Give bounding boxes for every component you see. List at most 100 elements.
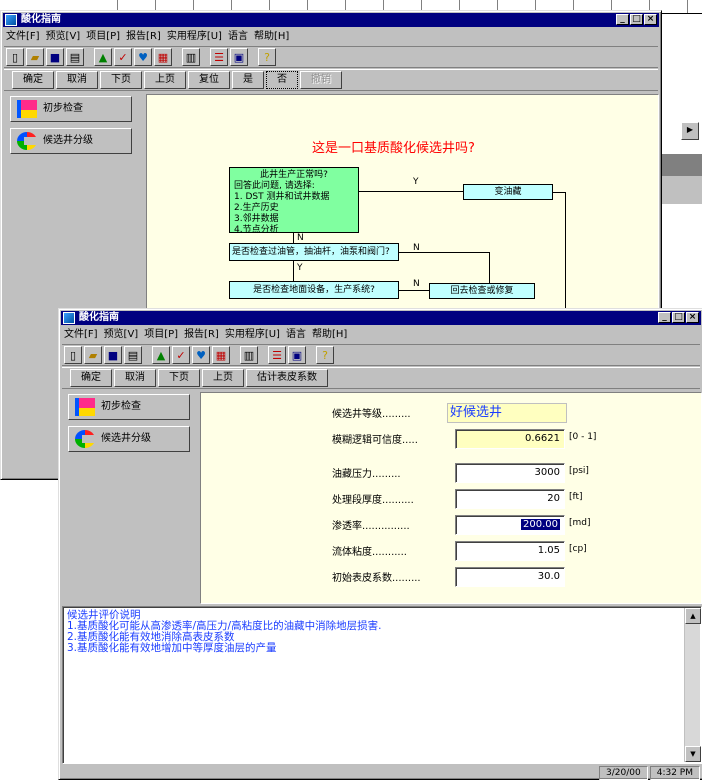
help-icon[interactable]: ? bbox=[316, 346, 334, 364]
menu-utilities[interactable]: 实用程序[U] bbox=[167, 29, 222, 45]
save-icon[interactable]: ■ bbox=[46, 48, 64, 66]
check-icon[interactable]: ✓ bbox=[114, 48, 132, 66]
estimate-skin-button[interactable]: 估计表皮系数 bbox=[246, 369, 328, 387]
sidebar-item-candidate-grading[interactable]: 候选井分级 bbox=[68, 426, 190, 452]
scroll-up-icon[interactable]: ▲ bbox=[685, 608, 701, 624]
window-front-title: 酸化指南 bbox=[79, 312, 119, 323]
print-icon[interactable]: ▤ bbox=[66, 48, 84, 66]
minimize-button[interactable]: _ bbox=[658, 312, 671, 323]
menu-file[interactable]: 文件[F] bbox=[6, 29, 40, 45]
chart-icon[interactable]: ▲ bbox=[152, 346, 170, 364]
fuzzy-label: 模糊逻辑可信度..... bbox=[332, 435, 418, 446]
thickness-field[interactable]: 20 bbox=[455, 489, 565, 509]
menu-utilities[interactable]: 实用程序[U] bbox=[225, 327, 280, 343]
form-row-pressure: 油藏压力......... 3000 [psi] bbox=[201, 463, 702, 483]
flow-arrow-3 bbox=[399, 290, 429, 291]
check-icon[interactable]: ✓ bbox=[172, 346, 190, 364]
open-folder-icon[interactable]: ▰ bbox=[84, 346, 102, 364]
flow-n-label-1: N bbox=[297, 233, 304, 243]
grade-value: 好候选井 bbox=[447, 403, 567, 423]
next-page-button[interactable]: 下页 bbox=[158, 369, 200, 387]
sidebar-front: 初步检查 候选井分级 bbox=[62, 390, 198, 604]
menu-language[interactable]: 语言 bbox=[228, 29, 248, 45]
maximize-button[interactable]: □ bbox=[630, 14, 643, 25]
cancel-button[interactable]: 取消 bbox=[56, 71, 98, 89]
ok-button[interactable]: 确定 bbox=[70, 369, 112, 387]
menu-language[interactable]: 语言 bbox=[286, 327, 306, 343]
yes-button[interactable]: 是 bbox=[232, 71, 264, 89]
menu-project[interactable]: 项目[P] bbox=[144, 327, 178, 343]
no-button[interactable]: 否 bbox=[266, 71, 298, 89]
sidebar-item-preliminary-check[interactable]: 初步检查 bbox=[10, 96, 132, 122]
sidebar-item-label: 初步检查 bbox=[101, 401, 141, 412]
chart-icon[interactable]: ▲ bbox=[94, 48, 112, 66]
grid-icon[interactable]: ▦ bbox=[212, 346, 230, 364]
thickness-unit: [ft] bbox=[569, 492, 583, 502]
menu-project[interactable]: 项目[P] bbox=[86, 29, 120, 45]
background-scroll-right-button[interactable]: ▶ bbox=[681, 122, 699, 140]
close-button[interactable]: × bbox=[686, 312, 699, 323]
menu-report[interactable]: 报告[R] bbox=[126, 29, 161, 45]
print-icon[interactable]: ▤ bbox=[124, 346, 142, 364]
flowchart-question: 这是一口基质酸化候选井吗? bbox=[312, 141, 475, 156]
flow-box-repair: 回去检查或修复 bbox=[429, 283, 535, 299]
pressure-unit: [psi] bbox=[569, 466, 589, 476]
menubar: 文件[F] 预览[V] 项目[P] 报告[R] 实用程序[U] 语言 帮助[H] bbox=[62, 327, 700, 343]
ok-button[interactable]: 确定 bbox=[12, 71, 54, 89]
undo-button[interactable]: 撤销 bbox=[300, 71, 342, 89]
pressure-field[interactable]: 3000 bbox=[455, 463, 565, 483]
next-page-button[interactable]: 下页 bbox=[100, 71, 142, 89]
thickness-label: 处理段厚度.......... bbox=[332, 495, 414, 506]
viscosity-field[interactable]: 1.05 bbox=[455, 541, 565, 561]
menu-preview[interactable]: 预览[V] bbox=[104, 327, 139, 343]
heart-icon[interactable]: ♥ bbox=[192, 346, 210, 364]
background-gray-bar bbox=[661, 154, 702, 176]
notes-area[interactable]: 候选井评价说明 1.基质酸化可能从高渗透率/高压力/高粘度比的油藏中消除地层损害… bbox=[62, 606, 702, 764]
sidebar-item-candidate-grading[interactable]: 候选井分级 bbox=[10, 128, 132, 154]
grid-icon[interactable]: ▦ bbox=[154, 48, 172, 66]
perm-field[interactable]: 200.00 bbox=[455, 515, 565, 535]
close-button[interactable]: × bbox=[644, 14, 657, 25]
flow-line: 2.生产历史 bbox=[234, 203, 279, 213]
maximize-button[interactable]: □ bbox=[672, 312, 685, 323]
prev-page-button[interactable]: 上页 bbox=[144, 71, 186, 89]
pressure-label: 油藏压力......... bbox=[332, 469, 401, 480]
sidebar-item-label: 候选井分级 bbox=[101, 433, 151, 444]
skin-field[interactable]: 30.0 bbox=[455, 567, 565, 587]
calculator-icon[interactable]: ▥ bbox=[182, 48, 200, 66]
notes-scrollbar[interactable]: ▲ ▼ bbox=[684, 608, 701, 762]
open-folder-icon[interactable]: ▰ bbox=[26, 48, 44, 66]
reset-button[interactable]: 复位 bbox=[188, 71, 230, 89]
sidebar-item-label: 候选井分级 bbox=[43, 135, 93, 146]
sidebar-item-preliminary-check[interactable]: 初步检查 bbox=[68, 394, 190, 420]
menu-report[interactable]: 报告[R] bbox=[184, 327, 219, 343]
new-file-icon[interactable]: ▯ bbox=[6, 48, 24, 66]
form-row-fuzzy: 模糊逻辑可信度..... 0.6621 [0 - 1] bbox=[201, 429, 702, 449]
viscosity-unit: [cp] bbox=[569, 544, 587, 554]
calculator-icon[interactable]: ▥ bbox=[240, 346, 258, 364]
menu-file[interactable]: 文件[F] bbox=[64, 327, 98, 343]
prev-page-button[interactable]: 上页 bbox=[202, 369, 244, 387]
nav-bar-back: 确定 取消 下页 上页 复位 是 否 撤销 bbox=[4, 69, 658, 91]
window-icon[interactable]: ▣ bbox=[230, 48, 248, 66]
flow-line: 4.节点分析 bbox=[234, 225, 279, 235]
scroll-down-icon[interactable]: ▼ bbox=[685, 746, 701, 762]
window-icon[interactable]: ▣ bbox=[288, 346, 306, 364]
flow-line: 1. DST 测井和试井数据 bbox=[234, 192, 330, 202]
fuzzy-field: 0.6621 bbox=[455, 429, 565, 449]
flow-y-label-2: Y bbox=[297, 263, 303, 273]
minimize-button[interactable]: _ bbox=[616, 14, 629, 25]
menu-preview[interactable]: 预览[V] bbox=[46, 29, 81, 45]
heart-icon[interactable]: ♥ bbox=[134, 48, 152, 66]
perm-unit: [md] bbox=[569, 518, 591, 528]
cancel-button[interactable]: 取消 bbox=[114, 369, 156, 387]
table-icon[interactable]: ☰ bbox=[268, 346, 286, 364]
new-file-icon[interactable]: ▯ bbox=[64, 346, 82, 364]
menu-help[interactable]: 帮助[H] bbox=[312, 327, 347, 343]
form-panel: 候选井等级......... 好候选井 模糊逻辑可信度..... 0.6621 … bbox=[200, 392, 702, 604]
table-icon[interactable]: ☰ bbox=[210, 48, 228, 66]
help-icon[interactable]: ? bbox=[258, 48, 276, 66]
perm-selected-value: 200.00 bbox=[521, 519, 560, 530]
menu-help[interactable]: 帮助[H] bbox=[254, 29, 289, 45]
save-icon[interactable]: ■ bbox=[104, 346, 122, 364]
